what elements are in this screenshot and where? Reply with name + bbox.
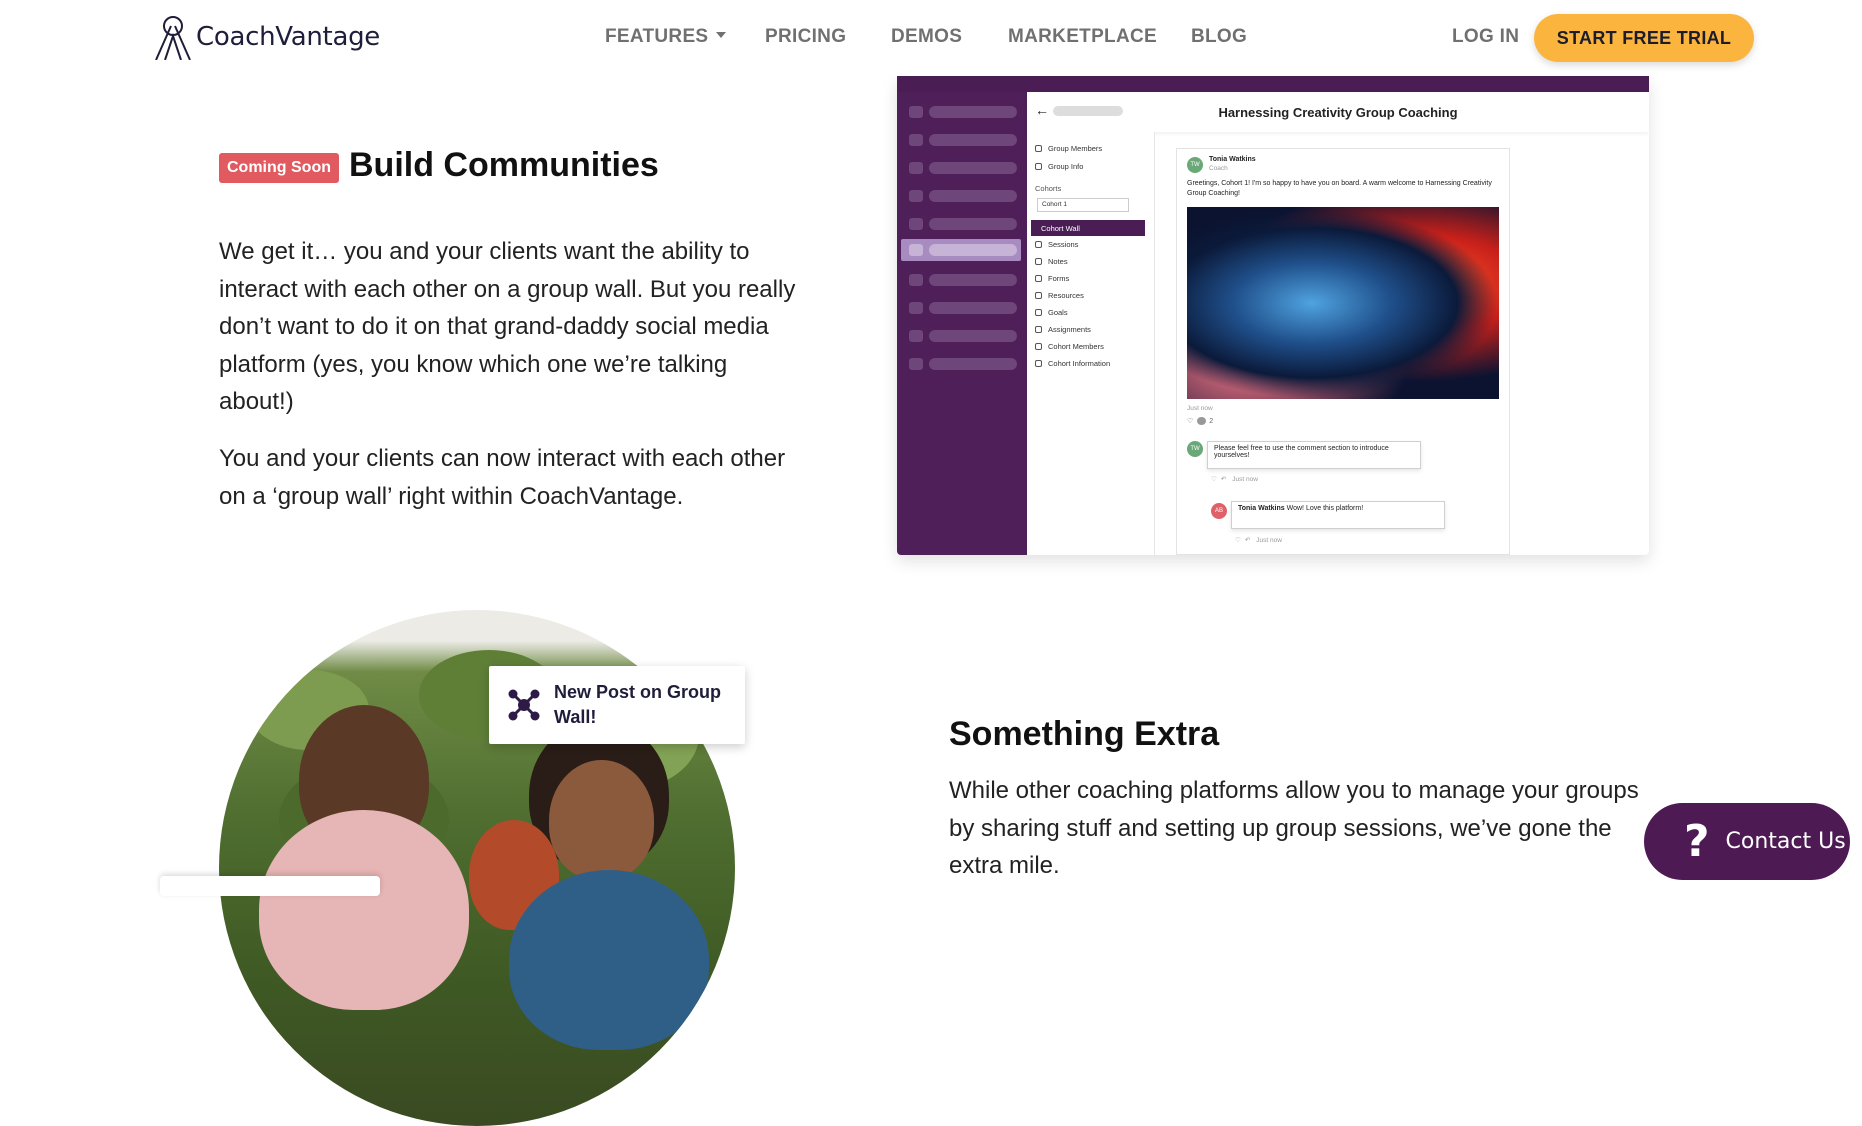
build-communities-paragraph-1: We get it… you and your clients want the… bbox=[219, 238, 796, 415]
group-title: Harnessing Creativity Group Coaching bbox=[1218, 105, 1458, 120]
reply-icon[interactable]: ↶ bbox=[1245, 536, 1250, 544]
avatar: TW bbox=[1187, 157, 1203, 173]
comment-meta: ♡ ↶ Just now bbox=[1211, 475, 1258, 484]
form-icon bbox=[1035, 275, 1042, 282]
nav-features-label: FEATURES bbox=[605, 26, 709, 47]
post-time: Just now bbox=[1187, 405, 1213, 412]
logo-icon bbox=[155, 16, 191, 60]
build-communities-paragraph-2: You and your clients can now interact wi… bbox=[219, 445, 786, 510]
menu-assignments-label: Assignments bbox=[1048, 325, 1091, 334]
comment-count: 2 bbox=[1209, 417, 1214, 425]
heart-icon[interactable]: ♡ bbox=[1211, 475, 1217, 483]
people-icon bbox=[1035, 343, 1042, 350]
menu-forms[interactable]: Forms bbox=[1035, 274, 1069, 283]
target-icon bbox=[1035, 309, 1042, 316]
app-sidebar bbox=[897, 92, 1027, 555]
network-icon bbox=[508, 689, 540, 721]
menu-cohort-information-label: Cohort Information bbox=[1048, 359, 1111, 368]
heart-icon[interactable]: ♡ bbox=[1187, 417, 1193, 425]
post-author: Tonia Watkins bbox=[1209, 156, 1256, 163]
avatar: TW bbox=[1187, 441, 1203, 457]
reply-box: Tonia Watkins Wow! Love this platform! bbox=[1231, 501, 1445, 529]
menu-group-info-label: Group Info bbox=[1048, 162, 1084, 171]
logo[interactable]: CoachVantage bbox=[154, 14, 380, 60]
menu-assignments[interactable]: Assignments bbox=[1035, 325, 1091, 334]
nav-demos[interactable]: DEMOS bbox=[891, 26, 962, 48]
menu-cohort-information[interactable]: Cohort Information bbox=[1035, 359, 1110, 368]
menu-resources[interactable]: Resources bbox=[1035, 291, 1084, 300]
post-text: Greetings, Cohort 1! I'm so happy to hav… bbox=[1187, 180, 1492, 197]
menu-group-members[interactable]: Group Members bbox=[1035, 144, 1102, 153]
notification-text: New Post on Group Wall! bbox=[554, 682, 722, 727]
something-extra-paragraph: While other coaching platforms allow you… bbox=[949, 777, 1639, 879]
reply-time: Just now bbox=[1256, 536, 1282, 544]
app-topbar bbox=[897, 76, 1649, 92]
heart-icon[interactable]: ♡ bbox=[1235, 536, 1241, 544]
post-reactions: ♡ 2 bbox=[1187, 417, 1213, 425]
comment-box: Please feel free to use the comment sect… bbox=[1207, 441, 1421, 469]
menu-goals[interactable]: Goals bbox=[1035, 308, 1068, 317]
menu-sessions[interactable]: Sessions bbox=[1035, 240, 1078, 249]
menu-goals-label: Goals bbox=[1048, 308, 1068, 317]
menu-cohort-members-label: Cohort Members bbox=[1048, 342, 1104, 351]
start-free-trial-button[interactable]: START FREE TRIAL bbox=[1534, 14, 1754, 62]
menu-notes-label: Notes bbox=[1048, 257, 1068, 266]
top-nav: CoachVantage FEATURES PRICING DEMOS MARK… bbox=[0, 0, 1862, 76]
app-header: ← Harnessing Creativity Group Coaching bbox=[1027, 92, 1649, 132]
nav-marketplace[interactable]: MARKETPLACE bbox=[1008, 26, 1157, 48]
group-menu: Group Members Group Info Cohorts Cohort … bbox=[1027, 132, 1155, 555]
info-icon bbox=[1035, 360, 1042, 367]
contact-us-label: Contact Us bbox=[1725, 829, 1846, 854]
avatar: AB bbox=[1211, 503, 1227, 519]
something-extra-heading: Something Extra bbox=[949, 715, 1220, 753]
menu-sessions-label: Sessions bbox=[1048, 240, 1079, 249]
menu-group-members-label: Group Members bbox=[1048, 144, 1103, 153]
menu-notes[interactable]: Notes bbox=[1035, 257, 1068, 266]
coming-soon-badge: Coming Soon bbox=[219, 153, 339, 183]
question-mark-icon: ? bbox=[1684, 816, 1710, 867]
comment-time: Just now bbox=[1232, 475, 1258, 483]
wall-post: TW Tonia Watkins Coach Greetings, Cohort… bbox=[1176, 148, 1510, 555]
calendar-icon bbox=[1035, 241, 1042, 248]
post-role: Coach bbox=[1209, 165, 1228, 172]
reply-author: Tonia Watkins bbox=[1238, 505, 1285, 512]
folder-icon bbox=[1035, 292, 1042, 299]
post-image bbox=[1187, 207, 1499, 399]
reply-meta: ♡ ↶ Just now bbox=[1235, 536, 1282, 545]
reply-text: Wow! Love this platform! bbox=[1286, 505, 1364, 512]
menu-cohort-members[interactable]: Cohort Members bbox=[1035, 342, 1104, 351]
nav-features[interactable]: FEATURES bbox=[605, 26, 727, 48]
menu-group-info[interactable]: Group Info bbox=[1035, 162, 1083, 171]
contact-us-button[interactable]: ? Contact Us bbox=[1644, 803, 1850, 880]
people-icon bbox=[1035, 145, 1042, 152]
clipboard-icon bbox=[1035, 326, 1042, 333]
nav-blog[interactable]: BLOG bbox=[1191, 26, 1247, 48]
card-edge bbox=[160, 876, 380, 896]
group-wall-screenshot: ← Harnessing Creativity Group Coaching G… bbox=[897, 76, 1649, 555]
chevron-down-icon bbox=[716, 31, 727, 38]
nav-pricing[interactable]: PRICING bbox=[765, 26, 846, 48]
logo-text: CoachVantage bbox=[196, 22, 380, 52]
login-link[interactable]: LOG IN bbox=[1452, 26, 1519, 48]
build-communities-heading: Build Communities bbox=[349, 146, 659, 184]
menu-cohorts-label: Cohorts bbox=[1035, 184, 1062, 193]
reply-icon[interactable]: ↶ bbox=[1221, 475, 1226, 483]
menu-forms-label: Forms bbox=[1048, 274, 1070, 283]
info-icon bbox=[1035, 163, 1042, 170]
note-icon bbox=[1035, 258, 1042, 265]
new-post-notification: New Post on Group Wall! bbox=[489, 666, 745, 744]
comment-icon[interactable] bbox=[1197, 417, 1207, 425]
cohort-select[interactable]: Cohort 1 bbox=[1037, 198, 1129, 212]
menu-cohort-wall[interactable]: Cohort Wall bbox=[1031, 220, 1145, 236]
menu-resources-label: Resources bbox=[1048, 291, 1084, 300]
